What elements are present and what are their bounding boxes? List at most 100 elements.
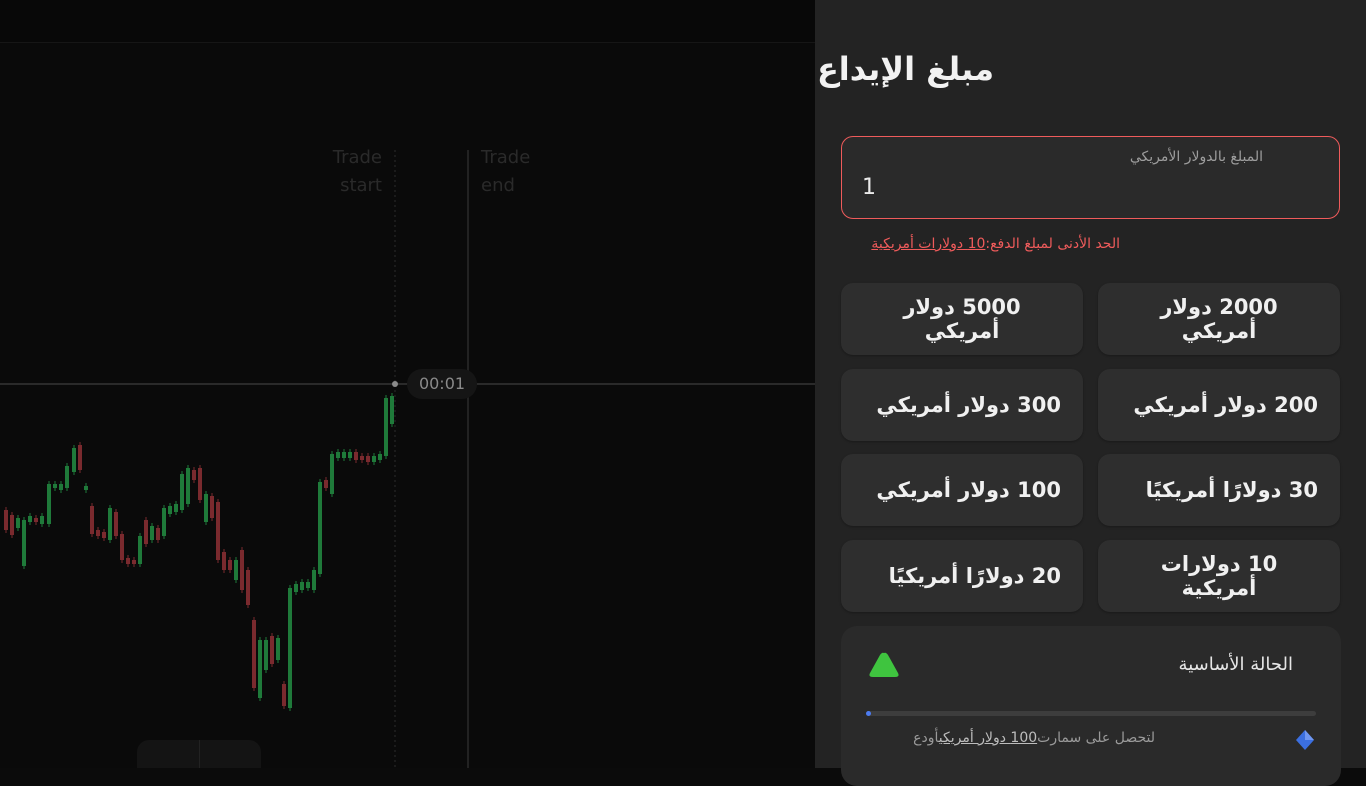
- candle: [47, 484, 51, 524]
- candle: [114, 512, 118, 536]
- candle: [84, 486, 88, 490]
- candle: [240, 550, 244, 590]
- trade-end-line2: end: [481, 175, 515, 196]
- candle: [72, 448, 76, 472]
- candle: [378, 454, 382, 460]
- trade-start-line2: start: [340, 175, 382, 196]
- candle: [108, 508, 112, 540]
- candle: [330, 454, 334, 494]
- candle: [354, 452, 358, 460]
- candle: [204, 494, 208, 522]
- status-hint-prefix: أودع: [913, 730, 939, 746]
- status-hint-suffix: لتحصل على سمارت: [1037, 730, 1155, 746]
- preset-30-button[interactable]: 30 دولارًا أمريكيًا: [1098, 454, 1340, 526]
- trade-timer: 00:01: [407, 369, 477, 399]
- current-price-dot: [392, 381, 398, 387]
- candle: [258, 640, 262, 698]
- control-separator: [199, 740, 200, 768]
- candle: [4, 510, 8, 530]
- preset-5000-button[interactable]: 5000 دولار أمريكي: [841, 283, 1083, 355]
- candle: [34, 518, 38, 522]
- diamond-icon: [1296, 730, 1314, 750]
- candle: [22, 520, 26, 566]
- min-warning-text: الحد الأدنى لمبلغ الدفع:: [985, 236, 1120, 252]
- candle: [186, 468, 190, 504]
- candle: [282, 684, 286, 706]
- candle: [144, 520, 148, 544]
- candle: [288, 588, 292, 708]
- trade-start-label: Trade start: [322, 144, 382, 200]
- status-hint-link[interactable]: 100 دولار أمريكي: [939, 730, 1037, 746]
- candle: [102, 532, 106, 538]
- candle: [390, 396, 394, 424]
- candle: [180, 474, 184, 510]
- candle: [270, 636, 274, 664]
- candle: [174, 504, 178, 512]
- candle: [96, 530, 100, 536]
- candle: [53, 484, 57, 488]
- status-title: الحالة الأساسية: [1178, 654, 1293, 675]
- candle: [384, 398, 388, 456]
- candle: [162, 508, 166, 536]
- candle: [59, 484, 63, 490]
- preset-2000-button[interactable]: 2000 دولار أمريكي: [1098, 283, 1340, 355]
- candle: [216, 502, 220, 560]
- candle: [90, 506, 94, 534]
- candle: [336, 452, 340, 458]
- amount-input[interactable]: [862, 175, 1162, 200]
- candle: [276, 638, 280, 660]
- candle: [324, 480, 328, 488]
- preset-300-button[interactable]: 300 دولار أمريكي: [841, 369, 1083, 441]
- candle: [40, 516, 44, 524]
- candle: [10, 515, 14, 535]
- trade-end-line1: Trade: [481, 147, 531, 168]
- candle: [192, 470, 196, 480]
- candle: [372, 456, 376, 462]
- candle: [348, 452, 352, 458]
- candle: [168, 506, 172, 514]
- candle: [138, 536, 142, 564]
- min-amount-link[interactable]: 10 دولارات أمريكية: [871, 236, 985, 252]
- chart-bottom-control[interactable]: [137, 740, 261, 768]
- preset-20-button[interactable]: 20 دولارًا أمريكيًا: [841, 540, 1083, 612]
- candle: [132, 560, 136, 564]
- status-progress-bar: [866, 711, 1316, 716]
- status-hint: لتحصل على سمارت100 دولار أمريكيأودع: [913, 730, 1155, 746]
- amount-field[interactable]: المبلغ بالدولار الأمريكي: [841, 136, 1340, 219]
- candle: [312, 570, 316, 590]
- candle: [300, 582, 304, 590]
- candle: [150, 526, 154, 540]
- panel-title: مبلغ الإيداع: [816, 50, 994, 88]
- candle: [156, 528, 160, 540]
- status-progress-fill: [866, 711, 871, 716]
- candle: [306, 582, 310, 588]
- candle: [264, 640, 268, 670]
- candle: [318, 482, 322, 574]
- candle: [222, 552, 226, 570]
- candle: [120, 534, 124, 560]
- min-amount-warning: الحد الأدنى لمبلغ الدفع:10 دولارات أمريك…: [871, 236, 1120, 252]
- trade-start-line1: Trade: [332, 147, 382, 168]
- candle: [65, 466, 69, 488]
- candle: [342, 452, 346, 458]
- status-card: الحالة الأساسية لتحصل على سمارت100 دولار…: [841, 626, 1341, 786]
- preset-100-button[interactable]: 100 دولار أمريكي: [841, 454, 1083, 526]
- deposit-panel: مبلغ الإيداع المبلغ بالدولار الأمريكي ال…: [815, 0, 1366, 786]
- candle: [366, 456, 370, 462]
- candle: [126, 558, 130, 564]
- candle: [252, 620, 256, 688]
- candle: [210, 496, 214, 518]
- status-triangle-icon: [869, 652, 899, 677]
- candle: [246, 570, 250, 605]
- preset-200-button[interactable]: 200 دولار أمريكي: [1098, 369, 1340, 441]
- candle: [234, 560, 238, 580]
- candle: [78, 445, 82, 470]
- candle: [198, 468, 202, 500]
- candle: [360, 456, 364, 460]
- preset-10-button[interactable]: 10 دولارات أمريكية: [1098, 540, 1340, 612]
- candle: [16, 518, 20, 528]
- candle: [228, 560, 232, 570]
- trading-chart[interactable]: Trade start Trade end 00:01: [0, 0, 815, 768]
- candle: [28, 516, 32, 522]
- amount-field-label: المبلغ بالدولار الأمريكي: [1129, 149, 1263, 165]
